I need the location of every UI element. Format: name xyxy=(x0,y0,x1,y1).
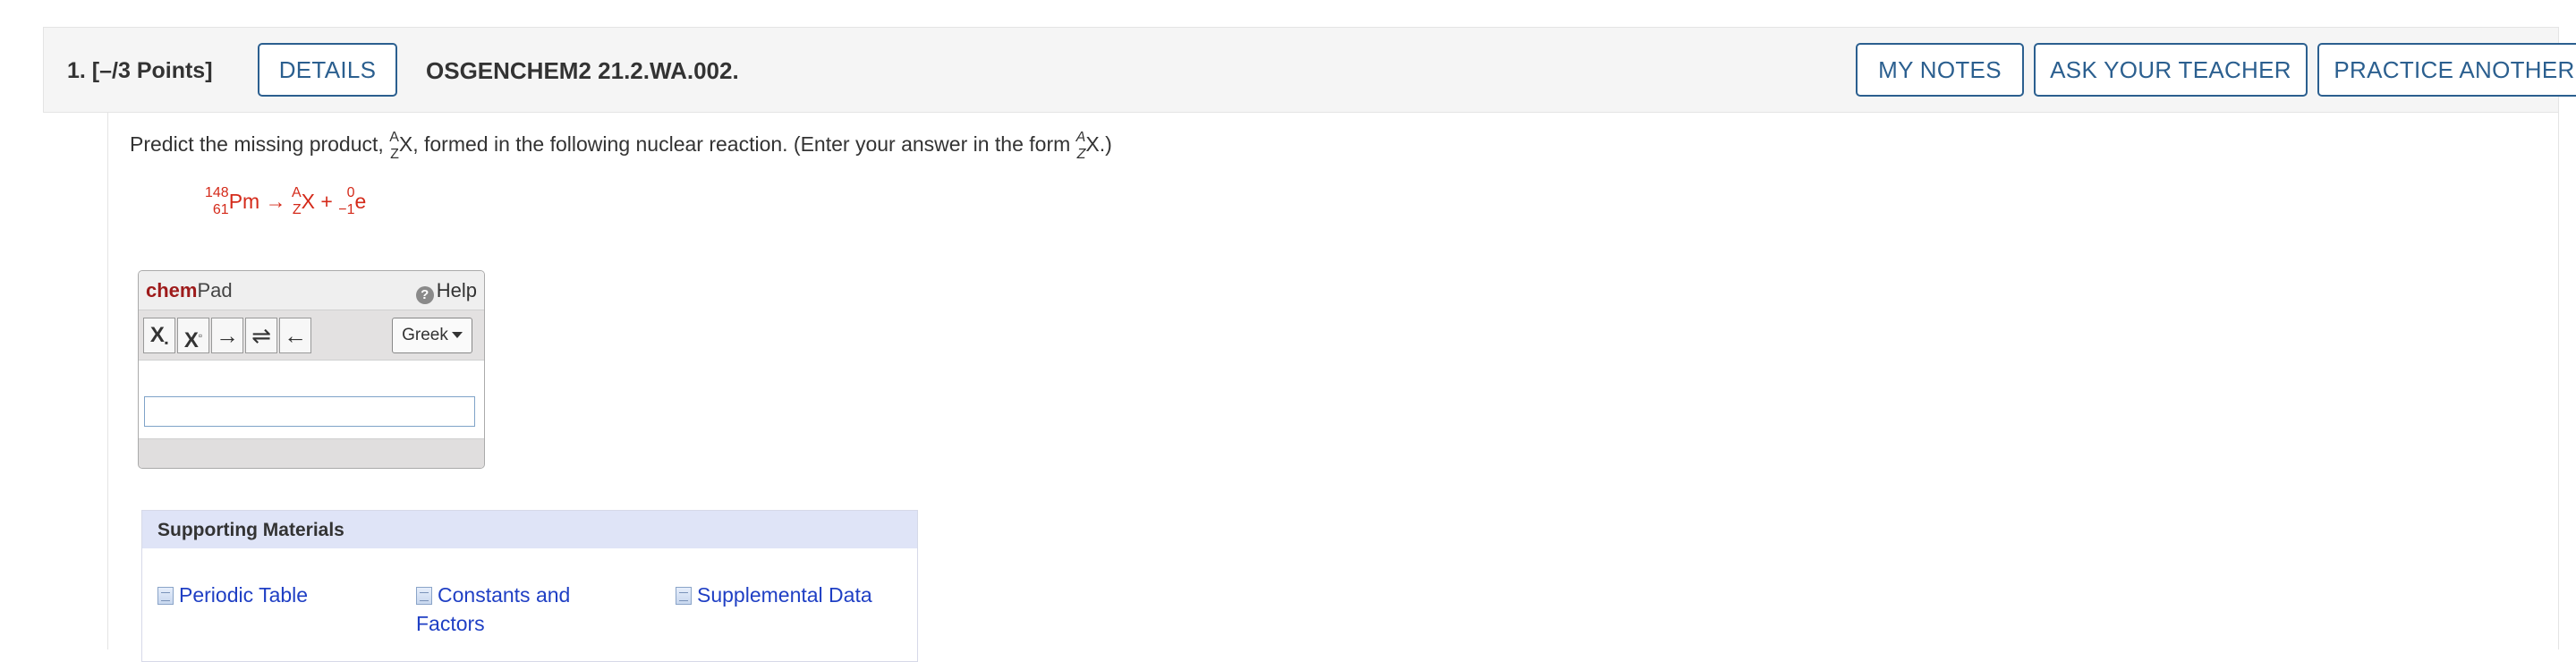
prompt-text-end: .) xyxy=(1099,132,1112,157)
chempad-title-bold: chem xyxy=(146,279,198,301)
greek-label: Greek xyxy=(402,326,448,344)
subscript-box-icon: ▪ xyxy=(164,336,169,349)
chempad-title-rest: Pad xyxy=(197,279,233,301)
question-header: 1. [–/3 Points] DETAILS OSGENCHEM2 21.2.… xyxy=(43,27,2576,113)
details-button[interactable]: DETAILS xyxy=(258,43,397,97)
particle-scripts: 0 −1 xyxy=(338,184,354,218)
document-icon xyxy=(416,587,432,605)
chevron-down-icon xyxy=(451,332,463,338)
equilibrium-arrow-button[interactable]: ⇌ xyxy=(245,318,277,353)
plus-sign: + xyxy=(320,189,333,213)
supporting-materials-title: Supporting Materials xyxy=(157,520,344,540)
periodic-table-label: Periodic Table xyxy=(179,583,309,607)
supporting-materials: Supporting Materials Periodic Table Cons… xyxy=(141,510,918,662)
prompt-nuclide-scripts: AZ xyxy=(389,129,399,163)
practice-another-button[interactable]: PRACTICE ANOTHER xyxy=(2317,43,2576,97)
product-scripts: AZ xyxy=(292,184,302,218)
left-arrow-button[interactable]: ← xyxy=(279,318,311,353)
form-symbol: X xyxy=(1085,132,1100,157)
reactant-atomic-number: 61 xyxy=(212,202,229,217)
reaction-arrow: → xyxy=(265,189,286,213)
prompt-mass-symbol: A xyxy=(389,130,399,145)
product-atomic-number: Z xyxy=(292,202,302,217)
subscript-label: X xyxy=(149,323,165,347)
chempad-widget: chemPad ? Help X▪ X▫ → ⇌ ← Greek xyxy=(138,270,485,469)
particle-mass-number: 0 xyxy=(346,185,355,200)
form-atomic-symbol: Z xyxy=(1076,147,1086,162)
help-icon: ? xyxy=(415,286,434,304)
supplemental-data-label: Supplemental Data xyxy=(697,583,872,607)
superscript-button[interactable]: X▫ xyxy=(177,318,209,353)
product-symbol: X xyxy=(301,189,315,213)
document-icon xyxy=(157,587,174,605)
superscript-label: X xyxy=(183,328,199,352)
periodic-table-link[interactable]: Periodic Table xyxy=(157,581,308,609)
question-code: OSGENCHEM2 21.2.WA.002. xyxy=(426,57,739,84)
chempad-toolbar: X▪ X▫ → ⇌ ← Greek xyxy=(139,310,484,361)
reactant-scripts: 148 61 xyxy=(205,184,229,218)
constants-and-factors-link[interactable]: Constants and Factors xyxy=(416,581,595,638)
form-mass-symbol: A xyxy=(1075,130,1086,145)
ask-your-teacher-button[interactable]: ASK YOUR TEACHER xyxy=(2034,43,2308,97)
subscript-button[interactable]: X▪ xyxy=(143,318,175,353)
particle-symbol: e xyxy=(354,189,367,213)
chempad-title: chemPad xyxy=(146,279,233,302)
right-arrow-button[interactable]: → xyxy=(211,318,243,353)
superscript-box-icon: ▫ xyxy=(198,329,203,342)
prompt-symbol: X xyxy=(398,132,413,157)
reactant-mass-number: 148 xyxy=(205,185,229,200)
supporting-materials-header: Supporting Materials xyxy=(142,511,917,548)
greek-dropdown[interactable]: Greek xyxy=(392,318,472,353)
question-body: Predict the missing product, A Z X, formed… xyxy=(107,113,2559,662)
nuclear-reaction: 148 61 Pm → AZX + 0 −1 e xyxy=(205,184,366,218)
product-mass-number: A xyxy=(291,185,302,200)
chempad-header: chemPad ? Help xyxy=(139,271,484,310)
reactant-symbol: Pm xyxy=(228,189,260,213)
chempad-help-link[interactable]: ? Help xyxy=(415,279,477,304)
chempad-footer xyxy=(139,439,484,468)
chempad-input-area xyxy=(139,361,484,439)
help-label: Help xyxy=(436,279,477,301)
question-prompt: Predict the missing product, A Z X, formed… xyxy=(130,129,1112,163)
particle-atomic-number: −1 xyxy=(338,202,355,217)
document-icon xyxy=(676,587,692,605)
prompt-text-middle: , formed in the following nuclear reacti… xyxy=(412,132,1076,157)
my-notes-button[interactable]: MY NOTES xyxy=(1856,43,2024,97)
chempad-answer-input[interactable] xyxy=(144,396,475,427)
prompt-form-scripts: AZ xyxy=(1076,129,1086,163)
question-number-points: 1. [–/3 Points] xyxy=(67,58,213,83)
prompt-text-start: Predict the missing product, xyxy=(130,132,390,157)
supplemental-data-link[interactable]: Supplemental Data xyxy=(676,581,872,609)
prompt-atomic-symbol: Z xyxy=(390,147,399,162)
constants-and-factors-label: Constants and Factors xyxy=(416,583,571,635)
